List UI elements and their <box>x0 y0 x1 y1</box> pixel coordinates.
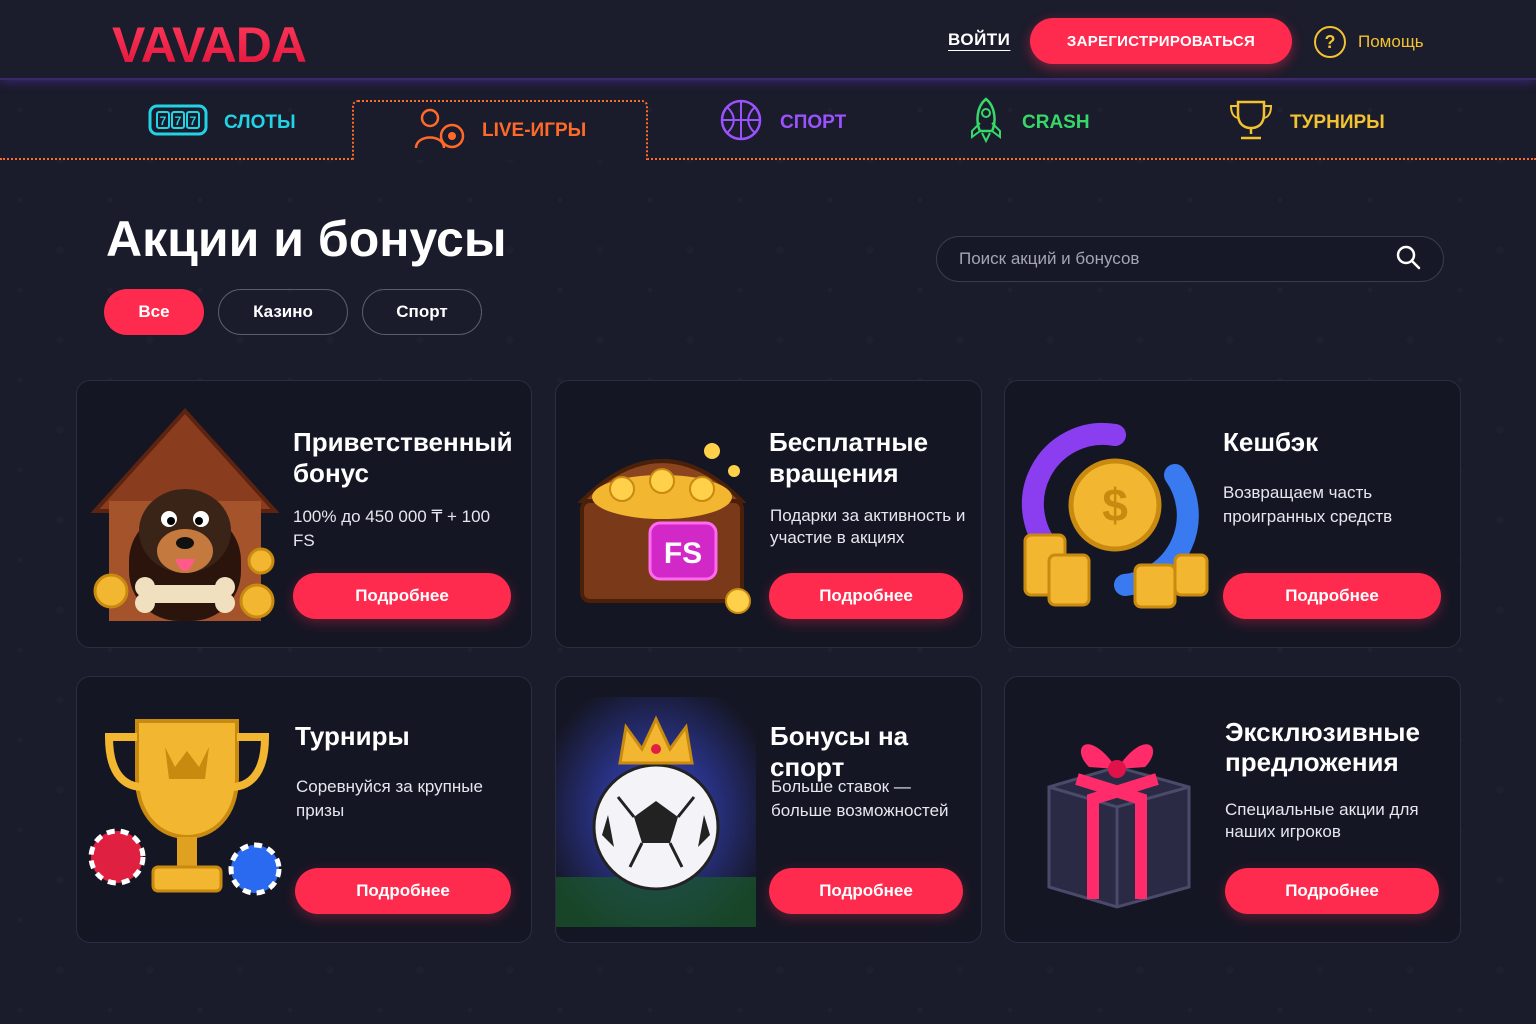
tab-crash-label: CRASH <box>1022 112 1090 133</box>
card-description: Соревнуйся за крупные призы <box>296 777 483 820</box>
category-nav: 7 7 7 СЛОТЫ LIVE-ИГРЫ СПОРТ CRASH ТУРНИР… <box>0 82 1536 160</box>
tab-live-games-label: LIVE-ИГРЫ <box>482 120 587 141</box>
tab-sport[interactable]: СПОРТ <box>718 97 847 149</box>
details-button[interactable]: Подробнее <box>295 868 511 914</box>
svg-text:VAVADA: VAVADA <box>112 18 306 68</box>
help-label: Помощь <box>1358 32 1424 51</box>
card-description: Больше ставок — больше возможностей <box>771 777 949 820</box>
rocket-icon <box>966 97 1006 149</box>
svg-text:FS: FS <box>664 537 702 570</box>
promo-card-exclusive: Эксклюзивные предложения Специальные акц… <box>1004 676 1461 943</box>
tab-tournaments-label: ТУРНИРЫ <box>1290 112 1385 133</box>
card-title: Бонусы на спорт <box>770 721 909 782</box>
filter-all[interactable]: Все <box>104 289 204 335</box>
promo-card-sport-bonuses: Бонусы на спорт Больше ставок — больше в… <box>555 676 982 943</box>
promo-card-cashback: $ Кешбэк Возвращаем часть проигранных ср… <box>1004 380 1461 648</box>
svg-text:7: 7 <box>175 114 182 128</box>
vavada-logo[interactable]: VAVADA <box>110 18 358 68</box>
nav-divider <box>0 158 1536 160</box>
details-button[interactable]: Подробнее <box>1225 868 1439 914</box>
filter-sport[interactable]: Спорт <box>362 289 482 335</box>
svg-text:7: 7 <box>190 114 197 128</box>
tab-crash[interactable]: CRASH <box>966 97 1090 149</box>
svg-text:7: 7 <box>160 114 167 128</box>
tab-slots[interactable]: 7 7 7 СЛОТЫ <box>148 100 296 146</box>
promo-card-tournaments: Турниры Соревнуйся за крупные призы Подр… <box>76 676 532 943</box>
details-button[interactable]: Подробнее <box>293 573 511 619</box>
card-title: Приветственный бонус <box>293 427 513 488</box>
login-link[interactable]: ВОЙТИ <box>948 30 1010 50</box>
help-link[interactable]: ? Помощь <box>1314 26 1424 58</box>
golden-trophy-illustration <box>88 719 282 896</box>
register-button[interactable]: ЗАРЕГИСТРИРОВАТЬСЯ <box>1030 18 1292 64</box>
filter-casino[interactable]: Казино <box>218 289 348 335</box>
slot-machine-icon: 7 7 7 <box>148 103 208 143</box>
card-description: Специальные акции для наших игроков <box>1225 800 1419 841</box>
tab-sport-label: СПОРТ <box>780 112 847 133</box>
promo-card-free-spins: FS Бесплатные вращения Подарки за активн… <box>555 380 982 648</box>
search-box <box>936 236 1444 282</box>
trophy-icon <box>1228 98 1274 148</box>
search-input[interactable] <box>959 249 1395 269</box>
site-header: VAVADA ВОЙТИ ЗАРЕГИСТРИРОВАТЬСЯ ? Помощь <box>0 0 1536 80</box>
live-dealer-icon <box>412 106 466 156</box>
details-button[interactable]: Подробнее <box>769 573 963 619</box>
tab-tournaments[interactable]: ТУРНИРЫ <box>1228 100 1385 146</box>
question-circle-icon: ? <box>1314 26 1346 58</box>
page-title: Акции и бонусы <box>106 211 507 267</box>
gift-box-illustration <box>1047 744 1191 909</box>
treasure-chest-illustration: FS <box>577 443 751 614</box>
search-icon[interactable] <box>1395 244 1421 274</box>
card-description: 100% до 450 000 ₸ + 100 FS <box>293 507 491 550</box>
basketball-icon <box>718 97 764 149</box>
card-description: Подарки за активность и участие в акциях <box>770 506 966 547</box>
card-title: Бесплатные вращения <box>769 427 929 488</box>
card-description: Возвращаем часть проигранных средств <box>1223 483 1393 526</box>
card-title: Эксклюзивные предложения <box>1225 717 1420 777</box>
tab-live-games[interactable]: LIVE-ИГРЫ <box>412 108 586 154</box>
card-title: Кешбэк <box>1223 427 1319 457</box>
dog-kennel-illustration <box>90 408 280 621</box>
card-title: Турниры <box>295 721 410 751</box>
cashback-coin-illustration: $ <box>1021 422 1209 609</box>
promo-card-welcome: Приветственный бонус 100% до 450 000 ₸ +… <box>76 380 532 648</box>
soccer-ball-illustration <box>556 697 756 927</box>
tab-slots-label: СЛОТЫ <box>224 112 296 133</box>
details-button[interactable]: Подробнее <box>769 868 963 914</box>
svg-text:$: $ <box>1102 479 1128 531</box>
details-button[interactable]: Подробнее <box>1223 573 1441 619</box>
